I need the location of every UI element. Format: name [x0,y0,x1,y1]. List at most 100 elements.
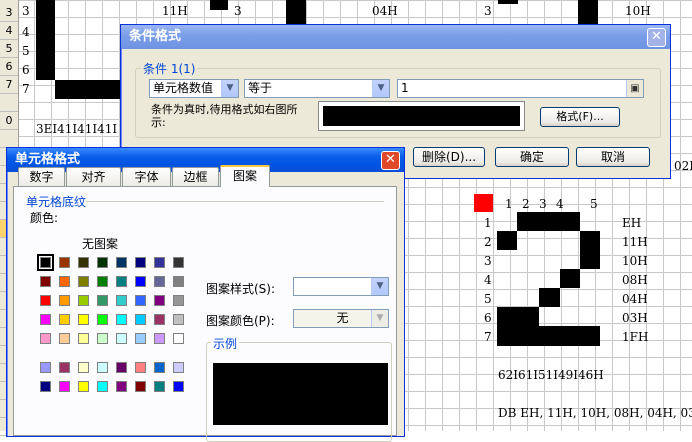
row-header[interactable]: 5 [0,40,18,58]
color-swatch[interactable] [154,362,165,373]
color-swatch[interactable] [173,276,184,287]
color-palette [37,254,200,417]
color-swatch[interactable] [116,333,127,344]
color-swatch[interactable] [59,276,70,287]
pixel-block [517,212,580,231]
grid-row-3: 3 [484,254,492,268]
no-pattern-option[interactable]: 无图案 [82,235,118,252]
color-swatch[interactable] [135,362,146,373]
chevron-down-icon[interactable]: ▼ [221,80,238,97]
color-label: 颜色: [30,211,59,225]
close-icon[interactable]: ✕ [381,151,400,170]
color-swatch[interactable] [154,257,165,268]
color-swatch[interactable] [154,381,165,392]
chevron-down-icon[interactable]: ▼ [372,80,389,97]
pixel-block [210,0,228,10]
color-swatch[interactable] [135,381,146,392]
color-swatch[interactable] [135,276,146,287]
condition-type-select[interactable]: 单元格数值 ▼ [149,79,239,98]
color-swatch[interactable] [173,295,184,306]
color-swatch[interactable] [78,381,89,392]
pattern-color-value: 无 [336,311,349,325]
color-swatch[interactable] [59,314,70,325]
tab-border[interactable]: 边框 [172,167,219,186]
color-swatch[interactable] [173,381,184,392]
color-swatch[interactable] [78,314,89,325]
condition-value-input[interactable]: 1 ▣ [397,79,644,98]
color-swatch[interactable] [173,333,184,344]
color-swatch[interactable] [154,333,165,344]
color-swatch[interactable] [40,333,51,344]
color-swatch[interactable] [135,333,146,344]
close-icon[interactable]: ✕ [647,28,666,47]
row-header[interactable]: 3 [0,4,18,22]
pixel-block [560,269,580,288]
row-header[interactable]: 6 [0,58,18,76]
operator-select[interactable]: 等于 ▼ [244,79,390,98]
color-swatch[interactable] [97,295,108,306]
chevron-down-icon[interactable]: ▼ [371,278,388,295]
grid-row-6: 6 [484,311,492,325]
color-swatch[interactable] [59,295,70,306]
color-swatch[interactable] [116,295,127,306]
color-swatch[interactable] [116,276,127,287]
row-header[interactable]: 4 [0,22,18,40]
tab-number[interactable]: 数字 [18,167,65,186]
color-swatch[interactable] [78,333,89,344]
color-swatch[interactable] [97,362,108,373]
color-swatch[interactable] [37,254,54,271]
tab-alignment[interactable]: 对齐 [66,167,121,186]
color-swatch[interactable] [59,333,70,344]
format-button[interactable]: 格式(F)... [540,107,620,127]
row-header[interactable] [0,130,18,148]
color-swatch[interactable] [97,257,108,268]
color-swatch[interactable] [97,314,108,325]
selected-corner-cell[interactable] [474,194,493,212]
color-swatch[interactable] [97,381,108,392]
color-swatch[interactable] [40,314,51,325]
pattern-color-select[interactable]: 无 ▼ [293,309,389,328]
cancel-button[interactable]: 取消 [576,147,650,167]
color-swatch[interactable] [154,295,165,306]
row-header[interactable]: 0 [0,112,18,130]
color-swatch[interactable] [59,257,70,268]
color-swatch[interactable] [78,295,89,306]
row-header[interactable]: 7 [0,76,18,94]
pattern-style-select[interactable]: ▼ [293,277,389,296]
left-row-7: 7 [22,82,30,96]
color-swatch[interactable] [78,276,89,287]
color-swatch[interactable] [59,381,70,392]
color-swatch[interactable] [135,314,146,325]
chevron-down-icon[interactable]: ▼ [371,310,388,327]
color-swatch[interactable] [78,362,89,373]
row-header[interactable] [0,94,18,112]
pixel-block [497,231,517,250]
color-swatch[interactable] [116,257,127,268]
color-swatch[interactable] [154,276,165,287]
color-swatch[interactable] [173,314,184,325]
sample-preview [213,363,388,425]
color-swatch[interactable] [78,257,89,268]
color-swatch[interactable] [135,295,146,306]
color-swatch[interactable] [116,381,127,392]
delete-button[interactable]: 删除(D)... [413,147,485,167]
color-swatch[interactable] [116,362,127,373]
color-swatch[interactable] [97,333,108,344]
range-picker-icon[interactable]: ▣ [626,80,643,97]
color-swatch[interactable] [97,276,108,287]
grid-col-4: 4 [556,197,564,211]
color-swatch[interactable] [40,362,51,373]
color-swatch[interactable] [40,276,51,287]
color-swatch[interactable] [154,314,165,325]
tab-font[interactable]: 字体 [122,167,171,186]
color-swatch[interactable] [173,257,184,268]
tab-pattern[interactable]: 图案 [220,165,270,187]
ok-button[interactable]: 确定 [495,147,569,167]
color-swatch[interactable] [173,362,184,373]
color-swatch[interactable] [40,381,51,392]
color-swatch[interactable] [116,314,127,325]
dialog-titlebar[interactable]: 条件格式 [121,25,670,49]
color-swatch[interactable] [59,362,70,373]
color-swatch[interactable] [40,295,51,306]
color-swatch[interactable] [135,257,146,268]
